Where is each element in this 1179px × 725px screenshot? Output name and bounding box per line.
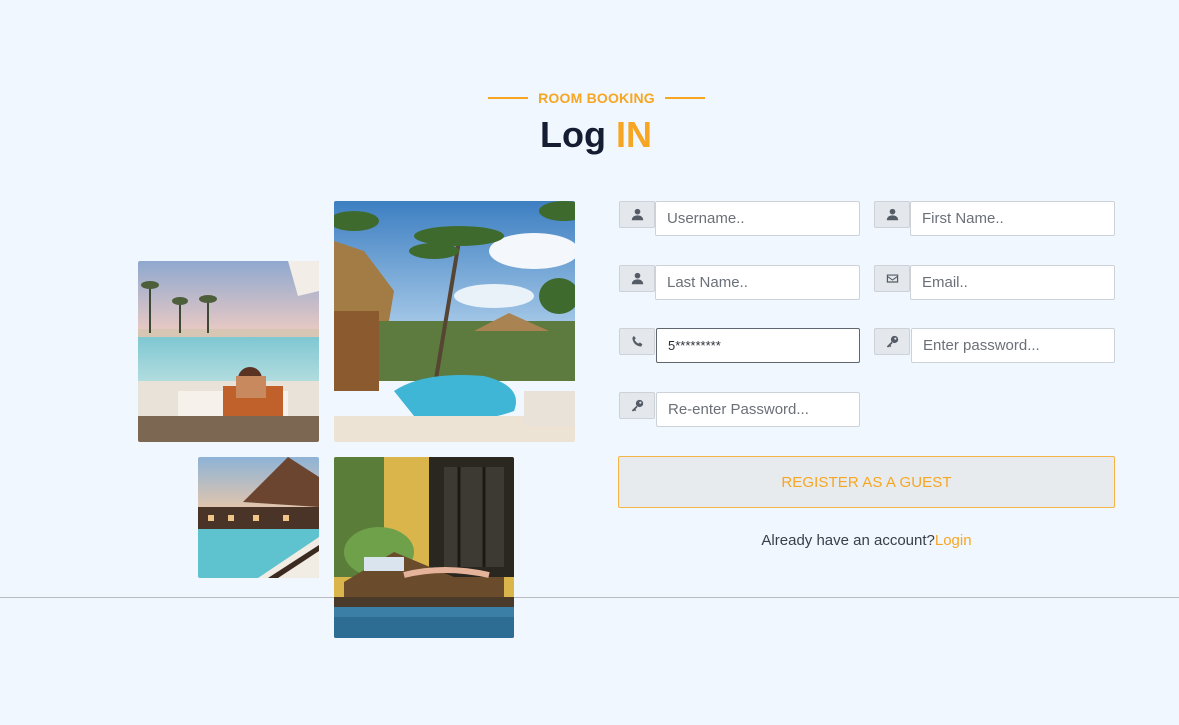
email-field-group xyxy=(874,265,1115,300)
login-link[interactable]: Login xyxy=(935,532,972,549)
account-prompt-text: Already have an account? xyxy=(761,532,935,549)
last-name-field-group xyxy=(619,265,860,300)
username-field-group xyxy=(619,201,860,236)
first-name-input[interactable] xyxy=(910,201,1115,236)
repassword-input[interactable] xyxy=(656,392,860,427)
email-input[interactable] xyxy=(910,265,1115,300)
login-page: ROOM BOOKING Log IN Username.. First Nam… xyxy=(0,0,1179,725)
phone-field-group xyxy=(619,328,860,363)
phone-icon xyxy=(619,328,655,355)
eyebrow-text: ROOM BOOKING xyxy=(538,90,655,106)
user-icon xyxy=(619,265,655,292)
title-main: Log xyxy=(540,114,606,155)
eyebrow-line-right xyxy=(664,97,705,99)
eyebrow-line-left xyxy=(488,97,529,99)
last-name-input[interactable] xyxy=(655,265,860,300)
key-icon xyxy=(619,392,655,419)
footer-divider xyxy=(0,597,1179,598)
username-input[interactable] xyxy=(655,201,860,236)
repassword-field-group xyxy=(619,392,860,427)
phone-input[interactable] xyxy=(656,328,860,363)
beach-pool-photo xyxy=(138,261,319,442)
password-field-group xyxy=(874,328,1115,363)
user-icon xyxy=(874,201,910,228)
login-prompt: Already have an account?Login xyxy=(618,532,1115,549)
lounge-chair-photo xyxy=(334,457,514,638)
first-name-field-group xyxy=(874,201,1115,236)
envelope-icon xyxy=(874,265,910,292)
key-icon xyxy=(874,328,910,355)
title-accent: IN xyxy=(616,114,652,155)
page-title: Log IN xyxy=(0,114,1179,156)
section-eyebrow: ROOM BOOKING xyxy=(487,89,706,107)
user-icon xyxy=(619,201,655,228)
poolside-deck-photo xyxy=(198,457,319,578)
register-as-guest-button[interactable]: REGISTER AS A GUEST xyxy=(618,456,1115,508)
tropical-resort-pool-photo xyxy=(334,201,575,442)
password-input[interactable] xyxy=(911,328,1115,363)
